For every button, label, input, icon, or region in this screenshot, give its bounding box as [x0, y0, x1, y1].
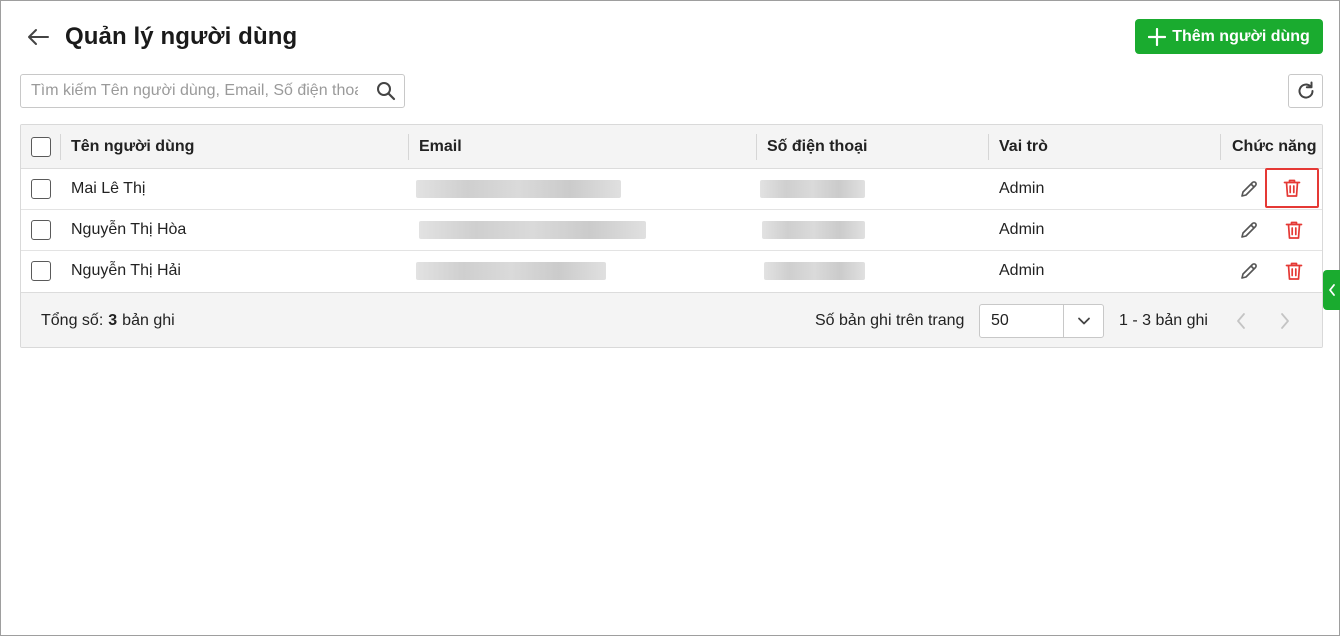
- total-suffix: bản ghi: [122, 312, 175, 329]
- pencil-icon: [1241, 263, 1257, 279]
- user-role: Admin: [999, 262, 1045, 279]
- search-box: [20, 74, 405, 108]
- plus-icon: [1148, 27, 1167, 46]
- next-page-button[interactable]: [1271, 307, 1299, 335]
- trash-icon: [1283, 179, 1301, 197]
- column-divider: [988, 134, 989, 160]
- add-user-button[interactable]: Thêm người dùng: [1135, 19, 1323, 54]
- total-records: Tổng số: 3 bản ghi: [41, 293, 175, 347]
- trash-icon: [1285, 262, 1303, 280]
- phone-redacted: [762, 221, 865, 239]
- user-role: Admin: [999, 180, 1045, 197]
- user-name: Nguyễn Thị Hải: [71, 262, 181, 279]
- chevron-right-icon: [1281, 313, 1289, 329]
- delete-button[interactable]: [1277, 213, 1311, 247]
- delete-button[interactable]: [1277, 254, 1311, 288]
- phone-redacted: [764, 262, 865, 280]
- user-name: Nguyễn Thị Hòa: [71, 221, 187, 238]
- table-row[interactable]: Nguyễn Thị Hòa Admin: [21, 210, 1322, 251]
- user-role: Admin: [999, 221, 1045, 238]
- arrow-left-icon: [28, 29, 49, 45]
- table-header: Tên người dùng Email Số điện thoại Vai t…: [21, 125, 1322, 169]
- page-range: 1 - 3 bản ghi: [1119, 312, 1208, 329]
- delete-button[interactable]: [1265, 168, 1319, 208]
- edit-button[interactable]: [1232, 213, 1266, 247]
- users-table: Tên người dùng Email Số điện thoại Vai t…: [20, 124, 1323, 348]
- back-button[interactable]: [25, 24, 51, 50]
- page-header: Quản lý người dùng: [25, 19, 297, 55]
- table-row[interactable]: Mai Lê Thị Admin: [21, 168, 1322, 210]
- column-divider: [408, 134, 409, 160]
- select-all-checkbox[interactable]: [31, 137, 51, 157]
- email-redacted: [416, 262, 606, 280]
- side-panel-toggle[interactable]: [1323, 270, 1340, 310]
- column-header-phone[interactable]: Số điện thoại: [767, 125, 867, 169]
- trash-icon: [1285, 221, 1303, 239]
- column-divider: [756, 134, 757, 160]
- column-header-role[interactable]: Vai trò: [999, 125, 1048, 169]
- column-divider: [1220, 134, 1221, 160]
- column-header-name[interactable]: Tên người dùng: [71, 125, 194, 169]
- app-frame: Quản lý người dùng Thêm người dùng Tìm k…: [0, 0, 1340, 636]
- prev-page-button[interactable]: [1227, 307, 1255, 335]
- search-input[interactable]: [21, 75, 368, 107]
- select-all-cell: [31, 125, 51, 169]
- refresh-icon: [1298, 81, 1314, 99]
- column-header-actions: Chức năng: [1232, 138, 1317, 155]
- row-checkbox[interactable]: [31, 261, 51, 281]
- edit-button[interactable]: [1232, 254, 1266, 288]
- column-divider: [60, 134, 61, 160]
- email-redacted: [419, 221, 646, 239]
- row-checkbox[interactable]: [31, 179, 51, 199]
- add-user-button-label: Thêm người dùng: [1172, 27, 1310, 45]
- page-title: Quản lý người dùng: [65, 23, 298, 50]
- per-page-select[interactable]: 50: [979, 304, 1104, 338]
- chevron-left-icon: [1329, 284, 1335, 296]
- chevron-left-icon: [1237, 313, 1245, 329]
- total-count: 3: [108, 312, 118, 329]
- column-header-email[interactable]: Email: [419, 125, 462, 169]
- pencil-icon: [1241, 181, 1257, 197]
- table-footer: Tổng số: 3 bản ghi Số bản ghi trên trang…: [21, 292, 1322, 347]
- chevron-down-icon: [1077, 317, 1090, 325]
- per-page-value: 50: [991, 312, 1009, 329]
- edit-button[interactable]: [1232, 172, 1266, 206]
- search-icon: [377, 82, 396, 101]
- pencil-icon: [1241, 222, 1257, 238]
- row-checkbox[interactable]: [31, 220, 51, 240]
- search-button[interactable]: [368, 75, 404, 107]
- user-name: Mai Lê Thị: [71, 180, 146, 197]
- refresh-button[interactable]: [1288, 74, 1323, 108]
- phone-redacted: [760, 180, 865, 198]
- table-row[interactable]: Nguyễn Thị Hải Admin: [21, 251, 1322, 292]
- per-page-dropdown-button[interactable]: [1063, 305, 1103, 337]
- total-prefix: Tổng số:: [41, 312, 104, 329]
- email-redacted: [416, 180, 621, 198]
- per-page-label: Số bản ghi trên trang: [815, 312, 965, 329]
